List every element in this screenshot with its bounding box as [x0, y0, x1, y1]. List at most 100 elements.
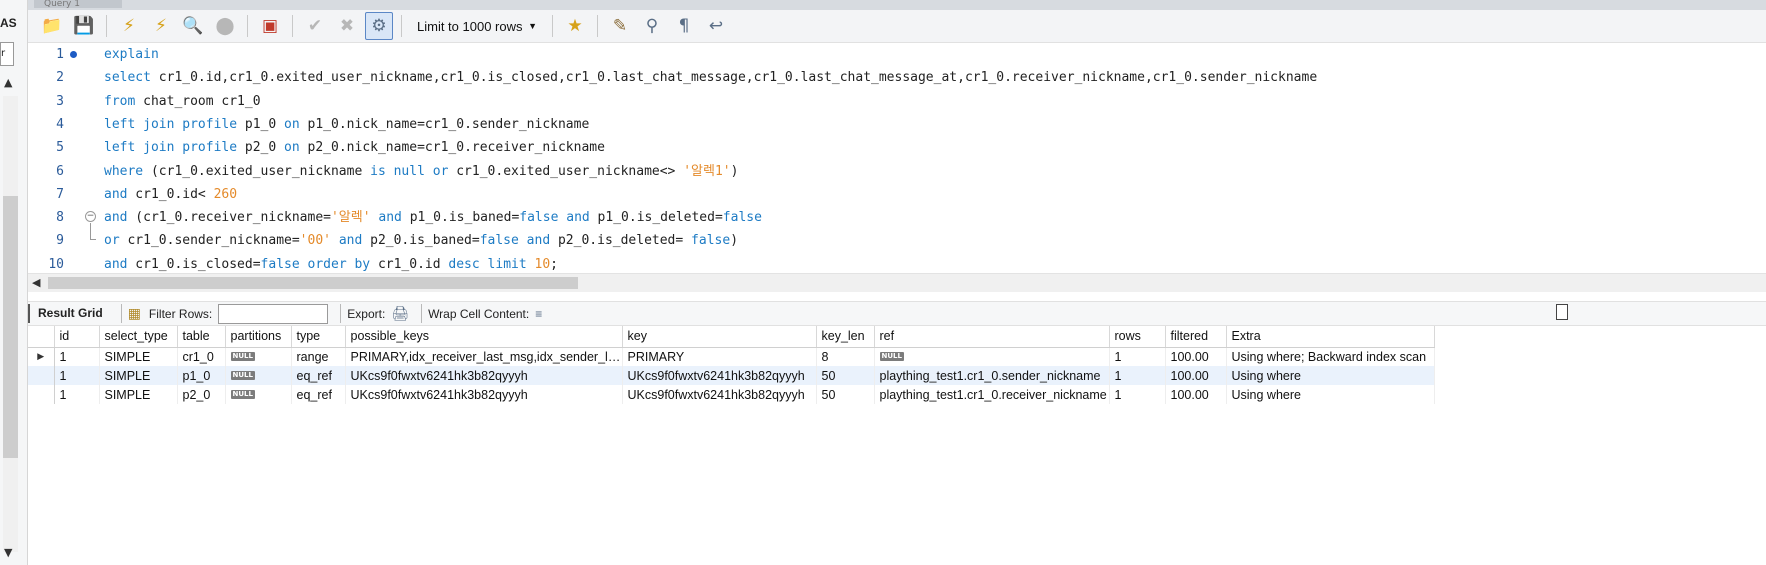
scroll-left-icon[interactable]: ◀	[32, 276, 40, 289]
cell-possible_keys[interactable]: UKcs9f0fwxtv6241hk3b82qyyyh	[345, 385, 623, 404]
cell-id[interactable]: 1	[54, 366, 100, 385]
row-selector[interactable]: ▶	[28, 347, 55, 366]
commit-icon[interactable]: ✔	[301, 12, 329, 40]
cell-rows[interactable]: 1	[1109, 347, 1166, 366]
cell-select_type[interactable]: SIMPLE	[99, 366, 178, 385]
column-header-id[interactable]: id	[54, 326, 100, 348]
column-header-partitions[interactable]: partitions	[225, 326, 292, 348]
code-line[interactable]: 7 and cr1_0.id< 260	[28, 183, 1766, 206]
cell-key[interactable]: PRIMARY	[622, 347, 817, 366]
cell-filtered[interactable]: 100.00	[1165, 385, 1227, 404]
cell-extra[interactable]: Using where	[1226, 366, 1435, 385]
cell-extra[interactable]: Using where	[1226, 385, 1435, 404]
cell-key[interactable]: UKcs9f0fwxtv6241hk3b82qyyyh	[622, 385, 817, 404]
autocommit-toggle-icon[interactable]: ⚙	[365, 12, 393, 40]
cell-key_len[interactable]: 50	[816, 366, 875, 385]
fold-collapse-icon[interactable]: −	[85, 211, 96, 222]
cell-key_len[interactable]: 50	[816, 385, 875, 404]
column-header-filtered[interactable]: filtered	[1165, 326, 1227, 348]
toolbar-separator	[106, 15, 107, 37]
grid-view-icon[interactable]: ▦	[128, 305, 141, 322]
word-wrap-icon[interactable]: ↩	[702, 12, 730, 40]
table-header-row: id select_type table partitions type possible…	[28, 326, 1435, 348]
column-header-select_type[interactable]: select_type	[99, 326, 178, 348]
cell-ref[interactable]: plaything_test1.cr1_0.receiver_nickname	[874, 385, 1110, 404]
code-line[interactable]: 9 or cr1_0.sender_nickname='00' and p2_0.…	[28, 229, 1766, 252]
result-grid-tab[interactable]: Result Grid	[28, 304, 109, 323]
chevron-down-icon: ▼	[528, 21, 537, 31]
panel-toggle-icon[interactable]	[1556, 304, 1568, 320]
left-scroll-thumb[interactable]	[3, 196, 18, 458]
wrap-cell-toggle-icon[interactable]: ≡	[535, 307, 542, 321]
cell-table[interactable]: cr1_0	[177, 347, 226, 366]
current-statement-dot-icon	[70, 51, 77, 58]
cell-partitions[interactable]: NULL	[225, 385, 292, 404]
cell-ref[interactable]: NULL	[874, 347, 1110, 366]
cell-id[interactable]: 1	[54, 385, 100, 404]
cell-rows[interactable]: 1	[1109, 385, 1166, 404]
editor-horizontal-scrollbar[interactable]: ◀	[28, 273, 1766, 292]
cell-type[interactable]: eq_ref	[291, 366, 346, 385]
cell-ref[interactable]: plaything_test1.cr1_0.sender_nickname	[874, 366, 1110, 385]
column-header-key[interactable]: key	[622, 326, 817, 348]
cell-select_type[interactable]: SIMPLE	[99, 347, 178, 366]
cell-key_len[interactable]: 8	[816, 347, 875, 366]
rollback-icon[interactable]: ✖	[333, 12, 361, 40]
stop-on-error-icon[interactable]: ▣	[256, 12, 284, 40]
left-panel-input[interactable]: r	[0, 42, 14, 66]
column-header-possible_keys[interactable]: possible_keys	[345, 326, 623, 348]
column-header-rows[interactable]: rows	[1109, 326, 1166, 348]
execute-current-lightning-icon[interactable]: ⚡	[147, 12, 175, 40]
table-row[interactable]: 1 SIMPLE p2_0 NULL eq_ref UKcs9f0fwxtv6241hk3…	[28, 385, 1435, 404]
save-icon[interactable]: 💾	[70, 12, 98, 40]
cell-possible_keys[interactable]: PRIMARY,idx_receiver_last_msg,idx_sender…	[345, 347, 623, 366]
open-folder-icon[interactable]: 📁	[38, 12, 66, 40]
cell-key[interactable]: UKcs9f0fwxtv6241hk3b82qyyyh	[622, 366, 817, 385]
column-header-extra[interactable]: Extra	[1226, 326, 1435, 348]
cell-id[interactable]: 1	[54, 347, 100, 366]
cell-table[interactable]: p1_0	[177, 366, 226, 385]
stop-icon[interactable]: ⬤	[211, 12, 239, 40]
export-icon[interactable]: 🖨	[391, 305, 409, 322]
code-line[interactable]: 5 left join profile p2_0 on p2_0.nick_nam…	[28, 136, 1766, 159]
column-header-table[interactable]: table	[177, 326, 226, 348]
column-header-ref[interactable]: ref	[874, 326, 1110, 348]
cell-partitions[interactable]: NULL	[225, 347, 292, 366]
cell-rows[interactable]: 1	[1109, 366, 1166, 385]
tab-query-1[interactable]: Query 1	[34, 0, 122, 8]
table-row[interactable]: 1 SIMPLE p1_0 NULL eq_ref UKcs9f0fwxtv6241hk3…	[28, 366, 1435, 385]
scroll-up-icon[interactable]: ▲	[4, 76, 12, 89]
code-line[interactable]: 8 and (cr1_0.receiver_nickname='알렉' and p…	[28, 206, 1766, 229]
find-magnifier-icon[interactable]: ⚲	[638, 12, 666, 40]
cell-extra[interactable]: Using where; Backward index scan	[1226, 347, 1435, 366]
cell-possible_keys[interactable]: UKcs9f0fwxtv6241hk3b82qyyyh	[345, 366, 623, 385]
sql-editor[interactable]: 1 explain 2 select cr1_0.id,cr1_0.exited_us…	[28, 43, 1766, 273]
cell-filtered[interactable]: 100.00	[1165, 347, 1227, 366]
row-selector[interactable]	[28, 366, 55, 385]
column-header-key_len[interactable]: key_len	[816, 326, 875, 348]
code-line[interactable]: 6 where (cr1_0.exited_user_nickname is nu…	[28, 160, 1766, 183]
cell-type[interactable]: eq_ref	[291, 385, 346, 404]
cell-select_type[interactable]: SIMPLE	[99, 385, 178, 404]
cell-type[interactable]: range	[291, 347, 346, 366]
scroll-down-icon[interactable]: ▼	[4, 546, 12, 559]
code-line[interactable]: 4 left join profile p1_0 on p1_0.nick_nam…	[28, 113, 1766, 136]
code-line[interactable]: 3 from chat_room cr1_0	[28, 90, 1766, 113]
cell-partitions[interactable]: NULL	[225, 366, 292, 385]
code-line[interactable]: 2 select cr1_0.id,cr1_0.exited_user_nickn…	[28, 66, 1766, 89]
column-header-type[interactable]: type	[291, 326, 346, 348]
table-row[interactable]: ▶ 1 SIMPLE cr1_0 NULL range PRIMARY,idx_receiv…	[28, 347, 1435, 366]
cell-table[interactable]: p2_0	[177, 385, 226, 404]
limit-rows-select[interactable]: Limit to 1000 rows ▼	[410, 14, 544, 38]
row-selector[interactable]	[28, 385, 55, 404]
cell-filtered[interactable]: 100.00	[1165, 366, 1227, 385]
code-line[interactable]: 1 explain	[28, 43, 1766, 66]
execute-lightning-icon[interactable]: ⚡	[115, 12, 143, 40]
beautify-broom-icon[interactable]: ✎	[606, 12, 634, 40]
add-snippet-star-icon[interactable]: ★	[561, 12, 589, 40]
editor-horizontal-scroll-thumb[interactable]	[48, 277, 578, 289]
row-selector-header[interactable]	[28, 326, 55, 348]
filter-rows-input[interactable]	[218, 303, 329, 324]
invisible-chars-pilcrow-icon[interactable]: ¶	[670, 12, 698, 40]
explain-magnifier-icon[interactable]: 🔍	[179, 12, 207, 40]
